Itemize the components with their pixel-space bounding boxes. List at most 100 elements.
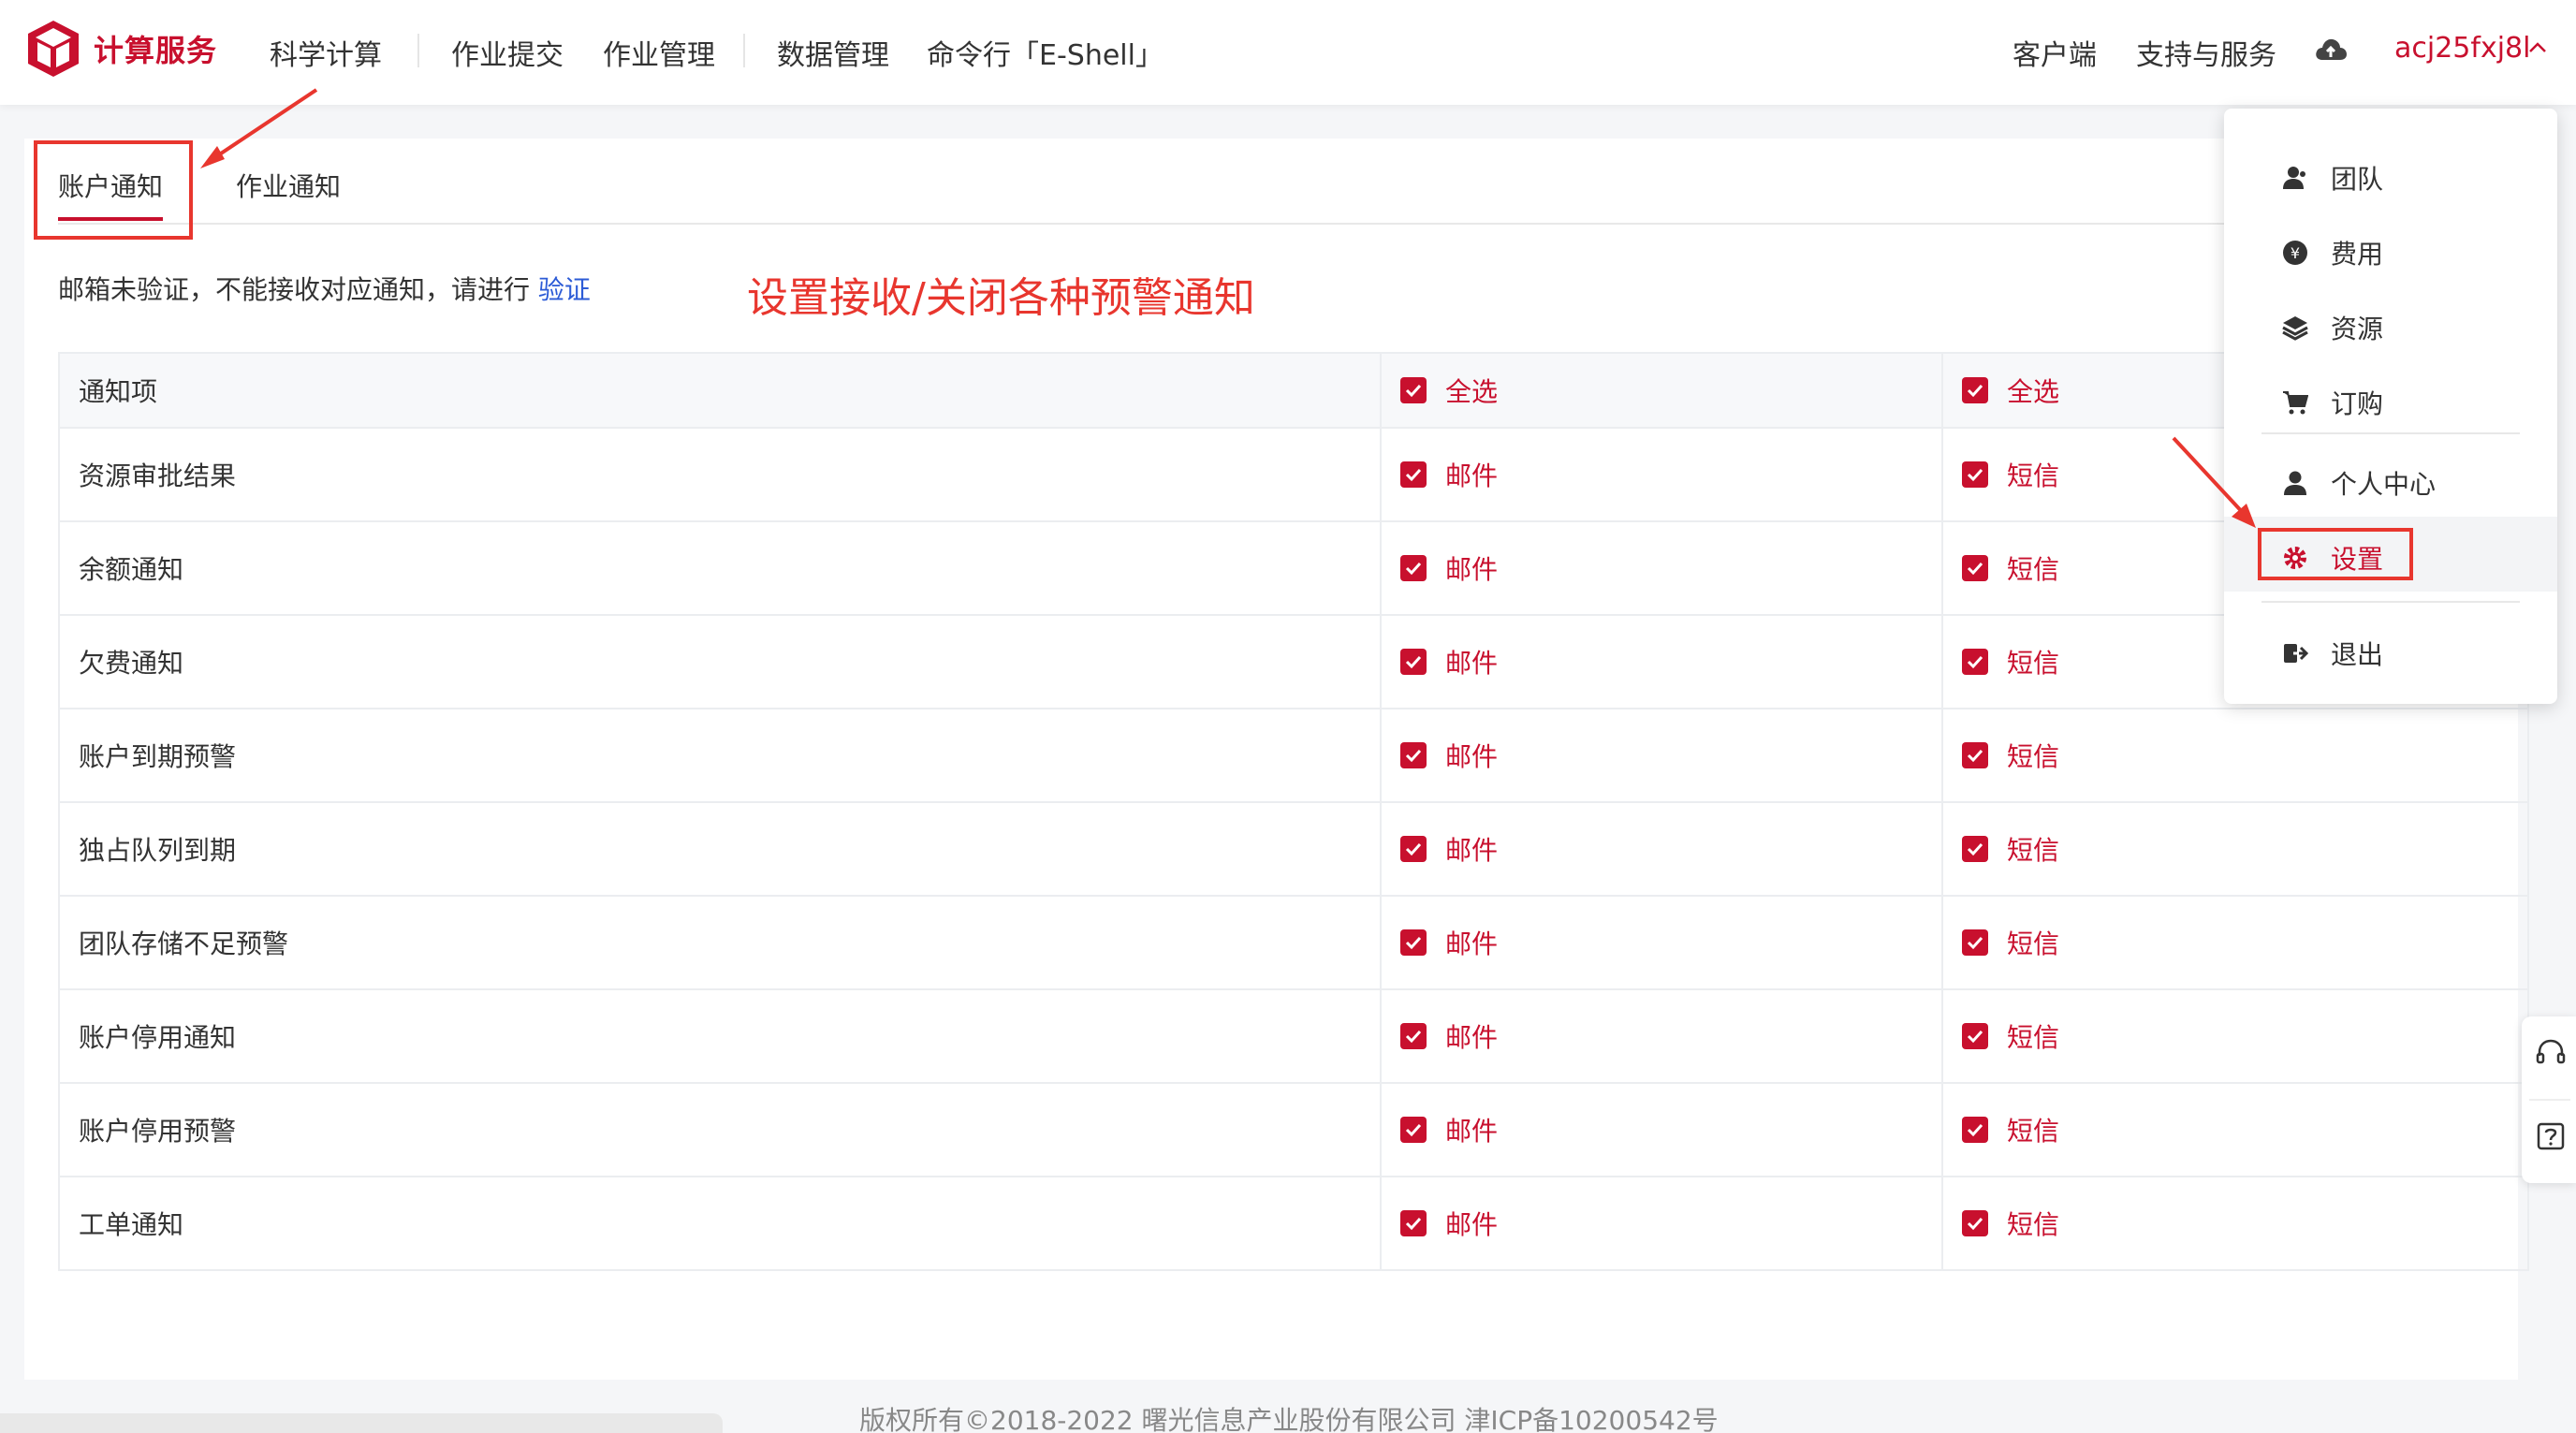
email-cell: 邮件	[1380, 801, 1943, 897]
email-cell: 邮件	[1380, 708, 1943, 803]
menu-item-label: 资源	[2331, 314, 2384, 344]
table-row: 工单通知 邮件 短信	[58, 1176, 2529, 1271]
email-cell: 邮件	[1380, 614, 1943, 709]
notification-tabs: 账户通知 作业通知	[58, 139, 2518, 225]
email-cell: 邮件	[1380, 520, 1943, 616]
menu-divider	[2261, 432, 2520, 434]
menu-item-label: 费用	[2331, 239, 2384, 270]
layers-icon	[2282, 316, 2308, 341]
table-row: 独占队列到期 邮件 短信	[58, 801, 2529, 897]
check-icon	[1967, 655, 1983, 669]
sms-label: 短信	[2007, 835, 2060, 866]
sms-cell: 短信	[1941, 895, 2529, 990]
sms-cell: 短信	[1941, 801, 2529, 897]
nav-support-link[interactable]: 支持与服务	[2136, 32, 2276, 73]
menu-item-profile[interactable]: 个人中心	[2282, 464, 2436, 502]
email-checkbox[interactable]	[1400, 1210, 1427, 1236]
column-header-email[interactable]: 全选	[1380, 352, 1943, 429]
email-label: 邮件	[1445, 835, 1499, 866]
check-icon	[1967, 1030, 1983, 1044]
email-checkbox[interactable]	[1400, 836, 1427, 862]
select-all-sms-checkbox[interactable]	[1962, 377, 1988, 403]
nav-divider	[417, 34, 419, 67]
sms-label: 短信	[2007, 554, 2060, 585]
menu-item-label: 个人中心	[2331, 469, 2437, 500]
sms-label: 短信	[2007, 1116, 2060, 1147]
check-icon	[1405, 384, 1422, 398]
sms-checkbox[interactable]	[1962, 1023, 1988, 1049]
table-row: 账户停用预警 邮件 短信	[58, 1082, 2529, 1177]
menu-item-billing[interactable]: ¥ 费用	[2282, 234, 2383, 271]
floating-help-buttons	[2522, 1016, 2576, 1183]
notification-item-name: 独占队列到期	[58, 801, 1382, 897]
sms-checkbox[interactable]	[1962, 836, 1988, 862]
email-verify-text: 邮箱未验证，不能接收对应通知，请进行	[58, 274, 531, 305]
check-icon	[1405, 1123, 1422, 1137]
sms-label: 短信	[2007, 929, 2060, 959]
menu-item-label: 退出	[2331, 639, 2384, 670]
sms-checkbox[interactable]	[1962, 1117, 1988, 1143]
check-icon	[1405, 1217, 1422, 1231]
user-menu-toggle[interactable]: acj25fxj8l	[2394, 32, 2530, 65]
sms-checkbox[interactable]	[1962, 1210, 1988, 1236]
nav-item-eshell[interactable]: 命令行「E-Shell」	[927, 32, 1164, 73]
check-icon	[1967, 842, 1983, 856]
email-checkbox[interactable]	[1400, 1117, 1427, 1143]
notification-item-name: 账户停用预警	[58, 1082, 1382, 1177]
menu-item-orders[interactable]: 订购	[2282, 384, 2383, 421]
check-icon	[1967, 468, 1983, 482]
nav-item-job-management[interactable]: 作业管理	[603, 32, 715, 73]
notification-item-name: 余额通知	[58, 520, 1382, 616]
email-checkbox[interactable]	[1400, 649, 1427, 675]
sms-checkbox[interactable]	[1962, 649, 1988, 675]
table-row: 团队存储不足预警 邮件 短信	[58, 895, 2529, 990]
nav-item-job-submit[interactable]: 作业提交	[451, 32, 564, 73]
headset-icon[interactable]	[2535, 1037, 2567, 1069]
email-checkbox[interactable]	[1400, 1023, 1427, 1049]
email-cell: 邮件	[1380, 988, 1943, 1084]
help-question-icon[interactable]	[2535, 1121, 2567, 1153]
sms-cell: 短信	[1941, 708, 2529, 803]
sms-checkbox[interactable]	[1962, 461, 1988, 488]
nav-client-link[interactable]: 客户端	[2012, 32, 2097, 73]
menu-divider	[2261, 601, 2520, 603]
table-row: 欠费通知 邮件 短信	[58, 614, 2529, 709]
annotation-box-account-tab	[34, 140, 193, 240]
check-icon	[1967, 1123, 1983, 1137]
user-dropdown-menu: 团队 ¥ 费用 资源 订购 个人中心 设置 退出	[2224, 109, 2557, 704]
email-checkbox[interactable]	[1400, 929, 1427, 956]
top-navbar: 计算服务 科学计算 作业提交 作业管理 数据管理 命令行「E-Shell」 客户…	[0, 0, 2576, 105]
sms-checkbox[interactable]	[1962, 929, 1988, 956]
email-cell: 邮件	[1380, 895, 1943, 990]
table-row: 账户停用通知 邮件 短信	[58, 988, 2529, 1084]
notification-item-name: 欠费通知	[58, 614, 1382, 709]
select-all-email-checkbox[interactable]	[1400, 377, 1427, 403]
menu-item-resources[interactable]: 资源	[2282, 309, 2383, 346]
email-label: 邮件	[1445, 1209, 1499, 1240]
notification-item-name: 账户停用通知	[58, 988, 1382, 1084]
chevron-up-icon[interactable]	[2527, 37, 2548, 58]
menu-item-team[interactable]: 团队	[2282, 159, 2383, 197]
tab-job-notifications[interactable]: 作业通知	[236, 167, 341, 204]
email-label: 邮件	[1445, 554, 1499, 585]
menu-item-label: 团队	[2331, 164, 2384, 195]
verify-link[interactable]: 验证	[538, 274, 591, 305]
menu-item-logout[interactable]: 退出	[2282, 635, 2383, 672]
email-checkbox[interactable]	[1400, 555, 1427, 581]
email-checkbox[interactable]	[1400, 461, 1427, 488]
cloud-upload-icon[interactable]	[2314, 36, 2348, 64]
nav-item-scientific-computing[interactable]: 科学计算	[270, 32, 382, 73]
sms-checkbox[interactable]	[1962, 742, 1988, 768]
browser-status-bar	[0, 1413, 723, 1433]
email-cell: 邮件	[1380, 1082, 1943, 1177]
check-icon	[1967, 562, 1983, 576]
table-row: 资源审批结果 邮件 短信	[58, 427, 2529, 522]
brand-logo[interactable]: 计算服务	[26, 19, 217, 79]
email-checkbox[interactable]	[1400, 742, 1427, 768]
sms-checkbox[interactable]	[1962, 555, 1988, 581]
email-label: 邮件	[1445, 1116, 1499, 1147]
nav-item-data-management[interactable]: 数据管理	[777, 32, 889, 73]
menu-item-label: 订购	[2331, 388, 2384, 419]
email-label: 邮件	[1445, 741, 1499, 772]
sms-label: 短信	[2007, 648, 2060, 679]
